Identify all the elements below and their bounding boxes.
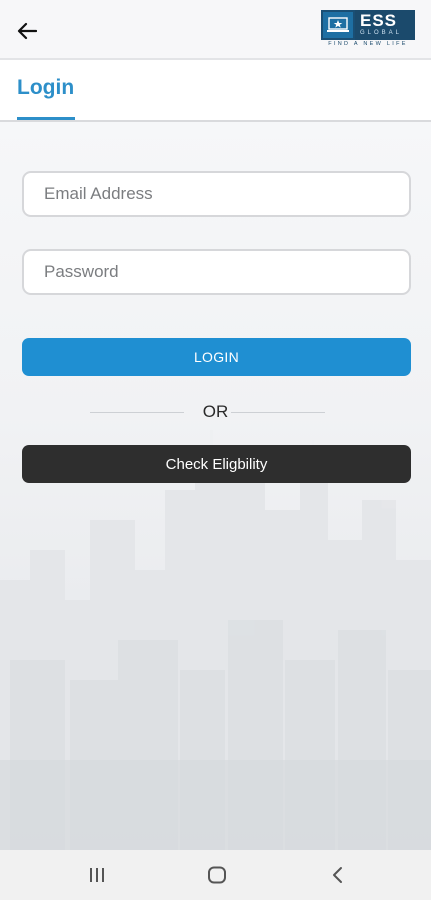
tab-login[interactable]: Login	[17, 76, 74, 100]
password-field[interactable]	[22, 249, 411, 295]
system-navigation-bar	[0, 850, 431, 900]
chevron-left-icon	[333, 867, 342, 883]
city-background-image	[0, 122, 431, 850]
logo-emblem-icon	[321, 10, 355, 40]
tab-active-indicator	[17, 117, 75, 120]
email-field[interactable]	[22, 171, 411, 217]
logo-sub-text: GLOBAL	[360, 30, 403, 36]
divider-line-right	[231, 412, 325, 413]
logo-brand-text: ESS	[360, 11, 398, 30]
top-app-bar: ESS GLOBAL FIND A NEW LIFE	[0, 0, 431, 60]
or-divider-text: OR	[202, 402, 229, 421]
arrow-left-icon	[17, 22, 37, 40]
ess-global-logo: ESS GLOBAL FIND A NEW LIFE	[321, 10, 415, 48]
home-icon	[208, 866, 226, 884]
logo-tagline: FIND A NEW LIFE	[328, 41, 408, 47]
password-input[interactable]	[44, 262, 389, 282]
login-screen: ESS GLOBAL FIND A NEW LIFE Login LOGIN O…	[0, 0, 431, 900]
tab-bar: Login	[0, 60, 431, 122]
check-eligibility-button[interactable]: Check Eligbility	[22, 445, 411, 483]
login-button[interactable]: LOGIN	[22, 338, 411, 376]
recents-icon	[90, 868, 104, 882]
or-divider: OR	[0, 401, 431, 423]
home-button[interactable]	[197, 862, 237, 888]
email-input[interactable]	[44, 184, 389, 204]
city-skyline-illustration	[0, 430, 431, 850]
system-back-button[interactable]	[318, 862, 358, 888]
back-button[interactable]	[12, 16, 42, 46]
recents-button[interactable]	[77, 862, 117, 888]
